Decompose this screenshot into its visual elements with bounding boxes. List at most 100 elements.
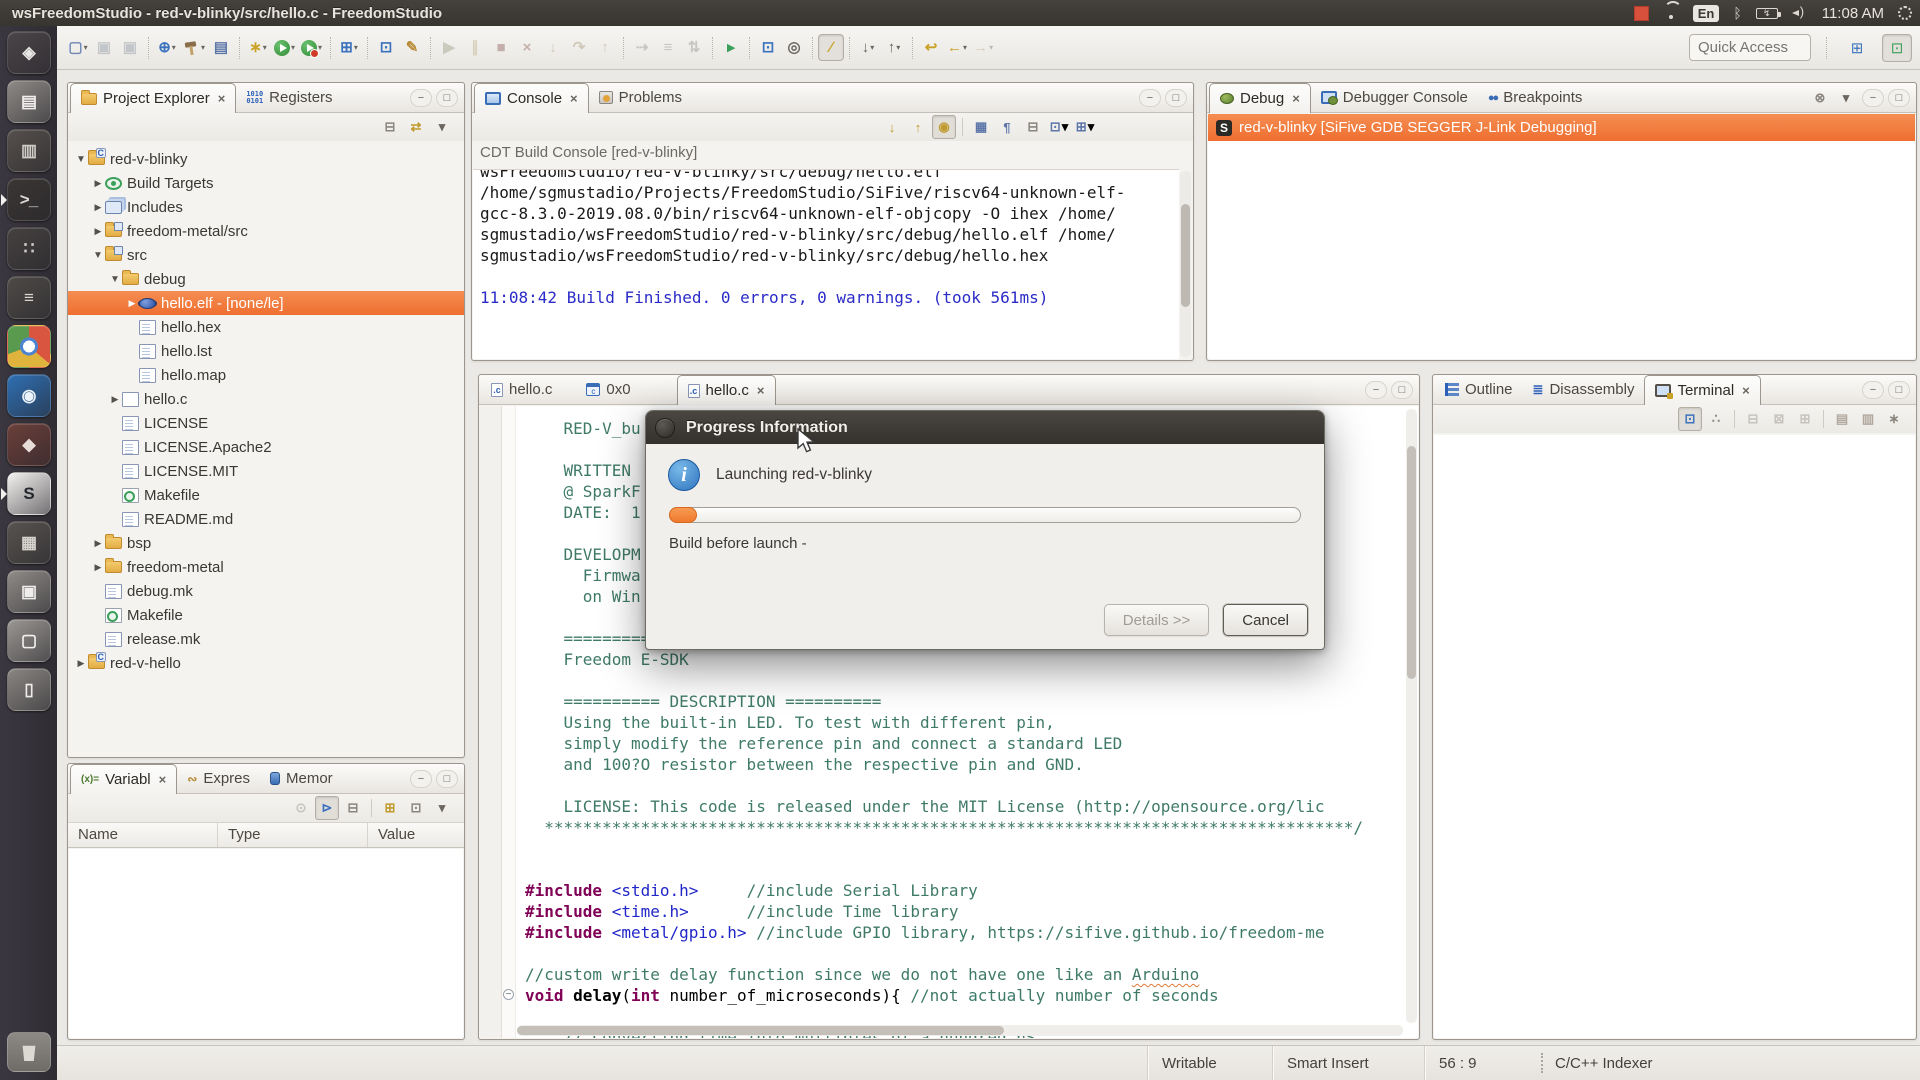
run-button[interactable]: ▾	[271, 34, 298, 61]
launcher-item-device-app[interactable]: ▯	[7, 668, 51, 711]
tree-item-red-v-blinky[interactable]: ▼red-v-blinky	[68, 147, 464, 171]
launcher-item-dash-home[interactable]: ◈	[7, 31, 51, 74]
open-terminal-button[interactable]: ⊡	[1678, 407, 1702, 431]
tree-expander-icon[interactable]: ▼	[74, 154, 88, 165]
launcher-item-chrome-browser[interactable]	[7, 325, 51, 368]
close-icon[interactable]: ×	[218, 91, 226, 106]
tree-item-src[interactable]: ▼src	[68, 243, 464, 267]
tab-terminal[interactable]: Terminal ×	[1644, 375, 1760, 405]
tab-console[interactable]: Console ×	[474, 83, 589, 113]
column-value[interactable]: Value	[368, 823, 464, 847]
bluetooth-icon[interactable]: ᛒ	[1733, 5, 1741, 21]
tab-registers[interactable]: 1010 0101 Registers	[236, 83, 342, 112]
cancel-button[interactable]: Cancel	[1223, 604, 1308, 636]
add-watch-expression-button[interactable]: ⊞	[378, 796, 402, 820]
tree-expander-icon[interactable]: ▶	[108, 394, 122, 405]
chevron-down-icon[interactable]: ▾	[1088, 119, 1095, 135]
tab-debugger-console[interactable]: Debugger Console	[1311, 83, 1478, 112]
minimize-button[interactable]: −	[1862, 381, 1884, 399]
tree-item-license-mit[interactable]: LICENSE.MIT	[68, 459, 464, 483]
status-drag-handle[interactable]	[1541, 1053, 1543, 1073]
view-menu-button[interactable]: ▾	[1834, 86, 1858, 110]
profile-button[interactable]: ▾	[298, 34, 325, 61]
tree-item-bsp[interactable]: ▶bsp	[68, 531, 464, 555]
tree-expander-icon[interactable]: ▶	[91, 226, 105, 237]
open-console-button[interactable]: ⊡	[373, 34, 399, 61]
editor-horizontal-scrollbar[interactable]	[517, 1025, 1403, 1036]
fold-collapse-icon[interactable]: −	[503, 989, 514, 1000]
maximize-button[interactable]: □	[1888, 381, 1910, 399]
folding-ruler[interactable]: −	[502, 406, 516, 1038]
pin-console-button[interactable]: ◉	[932, 115, 956, 139]
tree-item-makefile[interactable]: Makefile	[68, 603, 464, 627]
word-wrap-button[interactable]: ¶	[995, 115, 1019, 139]
launcher-item-system-app-2[interactable]: ▢	[7, 619, 51, 662]
collapse-all-button[interactable]: ⊟	[341, 796, 365, 820]
tree-item-freedom-metal-src[interactable]: ▶freedom-metal/src	[68, 219, 464, 243]
launcher-item-freedomstudio[interactable]: S	[7, 472, 51, 515]
launcher-item-graphics-app[interactable]: ◆	[7, 423, 51, 466]
open-perspective-button[interactable]: ⊞	[1842, 34, 1872, 62]
tree-expander-icon[interactable]: ▼	[91, 250, 105, 261]
tree-item-debug-mk[interactable]: debug.mk	[68, 579, 464, 603]
battery-icon[interactable]: ↯	[1756, 8, 1778, 19]
editor-tab-hello-c-1[interactable]: .c hello.c	[481, 375, 562, 404]
console-scrollbar[interactable]	[1180, 171, 1191, 357]
edit-pencil-button[interactable]: ✎	[399, 34, 425, 61]
toggle-mark-occurrences-button[interactable]: ∕	[818, 34, 844, 61]
tab-problems[interactable]: Problems	[589, 83, 692, 112]
chevron-down-icon[interactable]: ▾	[963, 43, 967, 52]
tree-item-license[interactable]: LICENSE	[68, 411, 464, 435]
tree-item-hello-hex[interactable]: hello.hex	[68, 315, 464, 339]
paste-button[interactable]: ▥	[1856, 407, 1880, 431]
close-icon[interactable]: ×	[570, 91, 578, 106]
clock[interactable]: 11:08 AM	[1822, 5, 1884, 22]
tab-disassembly[interactable]: ≣ Disassembly	[1523, 375, 1645, 404]
terminal-settings-button[interactable]: ∗	[1882, 407, 1906, 431]
debug-configurations-button[interactable]: ⊕▾	[154, 34, 180, 61]
view-menu-button[interactable]: ▾	[430, 115, 454, 139]
variables-table-body[interactable]	[69, 849, 463, 1038]
previous-annotation-button[interactable]: ↑▾	[881, 34, 907, 61]
quick-access-input[interactable]	[1689, 34, 1811, 61]
tree-expander-icon[interactable]: ▶	[91, 538, 105, 549]
last-edit-location-button[interactable]: ↩	[918, 34, 944, 61]
tree-expander-icon[interactable]: ▼	[108, 274, 122, 285]
next-annotation-button[interactable]: ↓▾	[855, 34, 881, 61]
column-type[interactable]: Type	[218, 823, 368, 847]
close-icon[interactable]: ×	[1742, 383, 1750, 398]
editor-vertical-scrollbar[interactable]	[1406, 409, 1417, 1023]
view-menu-button[interactable]: ▾	[430, 796, 454, 820]
maximize-button[interactable]: □	[1391, 381, 1413, 399]
dialog-window-menu-icon[interactable]	[655, 418, 675, 438]
debug-button[interactable]: ∗▾	[245, 34, 271, 61]
new-window-button[interactable]: ⊞▾	[336, 34, 362, 61]
tab-outline[interactable]: Outline	[1435, 375, 1523, 404]
minimize-button[interactable]: −	[1862, 89, 1884, 107]
tree-expander-icon[interactable]: ▶	[91, 562, 105, 573]
chevron-down-icon[interactable]: ▾	[84, 43, 88, 52]
launcher-item-media-app[interactable]: ◉	[7, 374, 51, 417]
keyboard-layout-indicator[interactable]: En	[1693, 5, 1720, 22]
collapse-all-button[interactable]: ⊟	[378, 115, 402, 139]
chevron-down-icon[interactable]: ▾	[201, 43, 205, 52]
tab-variables[interactable]: (x)= Variabl ×	[70, 764, 177, 794]
annotation-ruler[interactable]	[480, 406, 502, 1038]
editor-tab-hello-c-active[interactable]: .c hello.c ×	[677, 375, 776, 405]
wifi-icon[interactable]	[1663, 7, 1679, 19]
tree-expander-icon[interactable]: ▶	[91, 178, 105, 189]
recording-indicator-icon[interactable]	[1634, 6, 1649, 21]
tree-item-includes[interactable]: ▶Includes	[68, 195, 464, 219]
tree-item-makefile[interactable]: Makefile	[68, 483, 464, 507]
chevron-down-icon[interactable]: ▾	[172, 43, 176, 52]
tree-item-debug[interactable]: ▼debug	[68, 267, 464, 291]
tab-memory[interactable]: Memor	[260, 764, 343, 793]
editor-tab-0x0[interactable]: c 0x0	[576, 375, 640, 404]
tab-expressions[interactable]: ∾ Expres	[177, 764, 260, 793]
close-icon[interactable]: ×	[1292, 91, 1300, 106]
remove-all-terminated-button[interactable]: ⊗	[1808, 86, 1832, 110]
scroll-up-button[interactable]: ↑	[906, 115, 930, 139]
launcher-trash[interactable]	[7, 1032, 51, 1072]
maximize-button[interactable]: □	[1888, 89, 1910, 107]
tree-item-red-v-hello[interactable]: ▶red-v-hello	[68, 651, 464, 675]
